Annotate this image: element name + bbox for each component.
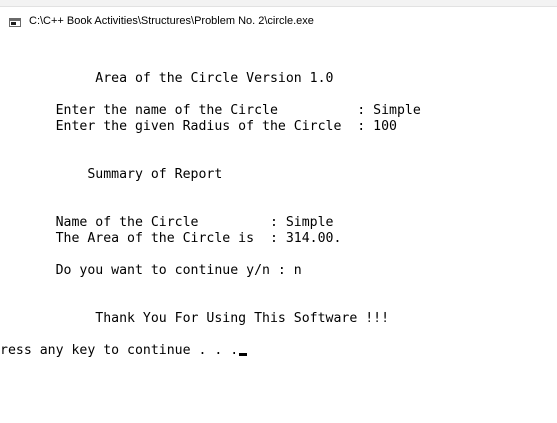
console-line: Do you want to continue y/n : n [0, 263, 302, 278]
console-line: Thank You For Using This Software !!! [0, 311, 390, 326]
console-window: C:\C++ Book Activities\Structures\Proble… [0, 0, 557, 423]
console-line: Name of the Circle : Simple [0, 215, 334, 230]
console-line: Enter the name of the Circle : Simple [0, 103, 421, 118]
console-line: Enter the given Radius of the Circle : 1… [0, 119, 397, 134]
console-line: The Area of the Circle is : 314.00. [0, 231, 342, 246]
window-title: C:\C++ Book Activities\Structures\Proble… [29, 15, 314, 27]
background-window-strip [0, 0, 557, 7]
title-bar[interactable]: C:\C++ Book Activities\Structures\Proble… [0, 7, 557, 39]
console-app-icon[interactable] [9, 18, 21, 27]
console-prompt-line: ress any key to continue . . . [0, 343, 248, 359]
console-prompt-text: ress any key to continue . . . [0, 343, 239, 358]
console-output[interactable]: Area of the Circle Version 1.0 Enter the… [0, 39, 557, 423]
console-line: Area of the Circle Version 1.0 [0, 71, 334, 86]
console-line: Summary of Report [0, 167, 223, 182]
blinking-underscore-cursor [239, 353, 248, 356]
